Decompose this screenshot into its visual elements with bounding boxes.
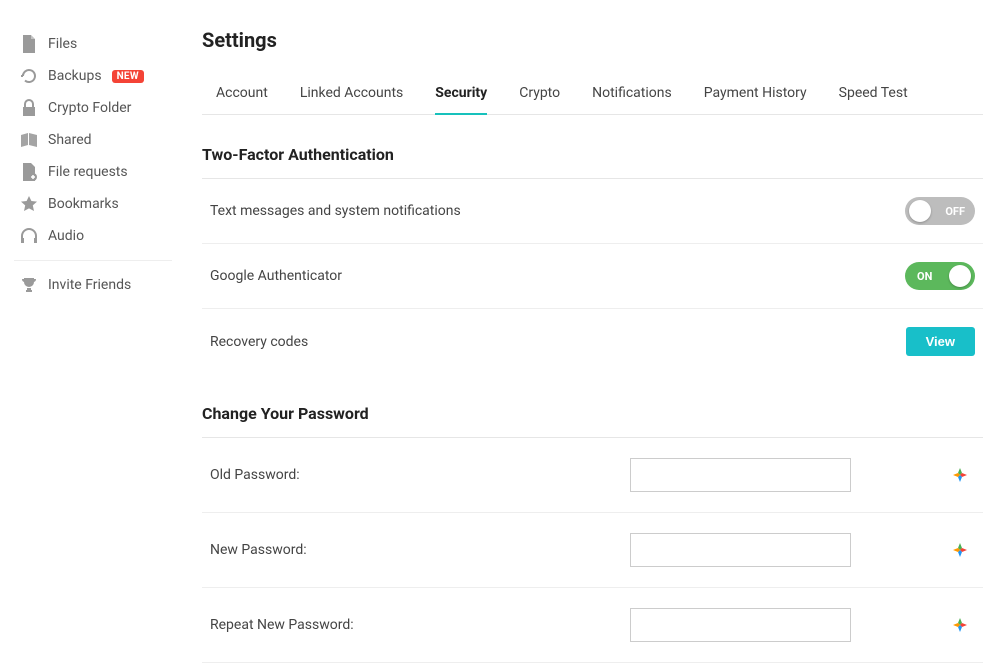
new-badge: NEW <box>112 70 144 83</box>
old-password-label: Old Password: <box>210 467 630 483</box>
file-icon <box>20 35 38 53</box>
repeat-password-input[interactable] <box>630 608 851 642</box>
twofa-sms-toggle[interactable]: OFF <box>905 197 975 225</box>
repeat-password-label: Repeat New Password: <box>210 617 630 633</box>
toggle-knob <box>949 265 971 287</box>
headphones-icon <box>20 227 38 245</box>
lock-icon <box>20 99 38 117</box>
twofa-heading: Two-Factor Authentication <box>202 145 983 164</box>
twofa-sms-row: Text messages and system notifications O… <box>202 179 983 244</box>
twofa-sms-label: Text messages and system notifications <box>210 203 461 219</box>
file-request-icon <box>20 163 38 181</box>
sidebar-item-crypto[interactable]: Crypto Folder <box>14 92 182 124</box>
sidebar-item-label: Files <box>48 36 77 52</box>
tab-account[interactable]: Account <box>216 75 268 115</box>
password-manager-icon[interactable] <box>953 543 967 557</box>
password-manager-icon[interactable] <box>953 468 967 482</box>
new-password-row: New Password: <box>202 513 983 588</box>
sidebar-item-label: Crypto Folder <box>48 100 131 116</box>
change-password-panel: Old Password: New Password: <box>202 437 983 663</box>
sidebar-item-label: Backups <box>48 68 102 84</box>
main-content: Settings Account Linked Accounts Securit… <box>182 0 993 570</box>
toggle-text: OFF <box>945 205 965 218</box>
star-icon <box>20 195 38 213</box>
password-manager-icon[interactable] <box>953 618 967 632</box>
sidebar-item-file-requests[interactable]: File requests <box>14 156 182 188</box>
twofa-panel: Text messages and system notifications O… <box>202 178 983 374</box>
share-icon <box>20 131 38 149</box>
tab-speed-test[interactable]: Speed Test <box>839 75 908 115</box>
sidebar-item-shared[interactable]: Shared <box>14 124 182 156</box>
tab-payment-history[interactable]: Payment History <box>704 75 807 115</box>
view-recovery-codes-button[interactable]: View <box>906 327 975 356</box>
old-password-input[interactable] <box>630 458 851 492</box>
tab-notifications[interactable]: Notifications <box>592 75 672 115</box>
sidebar-item-label: Shared <box>48 132 92 148</box>
twofa-ga-toggle[interactable]: ON <box>905 262 975 290</box>
sidebar-divider <box>14 260 172 261</box>
new-password-label: New Password: <box>210 542 630 558</box>
new-password-input[interactable] <box>630 533 851 567</box>
new-password-input-wrap <box>630 533 975 567</box>
twofa-recovery-label: Recovery codes <box>210 334 308 350</box>
trophy-icon <box>20 276 38 294</box>
sidebar-item-files[interactable]: Files <box>14 28 182 60</box>
change-password-heading: Change Your Password <box>202 404 983 423</box>
sidebar-item-label: Bookmarks <box>48 196 119 212</box>
tab-linked-accounts[interactable]: Linked Accounts <box>300 75 403 115</box>
toggle-text: ON <box>917 270 932 283</box>
sidebar-item-label: File requests <box>48 164 128 180</box>
backup-icon <box>20 67 38 85</box>
tab-security[interactable]: Security <box>435 75 487 115</box>
twofa-recovery-row: Recovery codes View <box>202 309 983 374</box>
sidebar-item-audio[interactable]: Audio <box>14 220 182 252</box>
page-title: Settings <box>202 28 983 52</box>
old-password-input-wrap <box>630 458 975 492</box>
toggle-knob <box>909 200 931 222</box>
tab-crypto[interactable]: Crypto <box>519 75 560 115</box>
repeat-password-row: Repeat New Password: <box>202 588 983 663</box>
sidebar-item-label: Audio <box>48 228 84 244</box>
repeat-password-input-wrap <box>630 608 975 642</box>
twofa-ga-label: Google Authenticator <box>210 268 342 284</box>
settings-tabs: Account Linked Accounts Security Crypto … <box>202 74 983 115</box>
sidebar-item-invite[interactable]: Invite Friends <box>14 269 182 301</box>
sidebar-item-backups[interactable]: Backups NEW <box>14 60 182 92</box>
sidebar: Files Backups NEW Crypto Folder Shared <box>0 0 182 570</box>
old-password-row: Old Password: <box>202 438 983 513</box>
twofa-ga-row: Google Authenticator ON <box>202 244 983 309</box>
sidebar-item-bookmarks[interactable]: Bookmarks <box>14 188 182 220</box>
sidebar-item-label: Invite Friends <box>48 277 131 293</box>
